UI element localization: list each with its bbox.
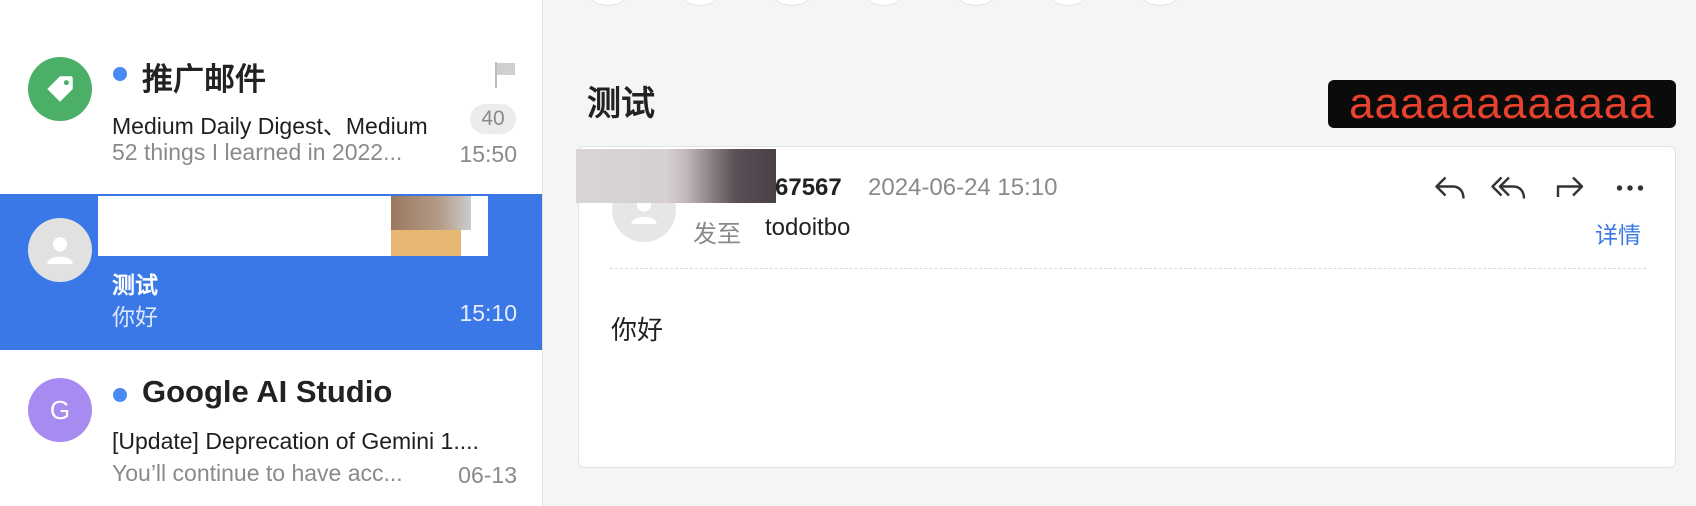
mail-sender: Google AI Studio xyxy=(142,374,393,409)
mail-time: 15:10 xyxy=(459,300,517,326)
details-link[interactable]: 详情 xyxy=(1595,216,1641,250)
toolbar-circle[interactable] xyxy=(862,0,906,6)
tag-icon xyxy=(28,57,92,121)
mail-title: 测试 xyxy=(587,85,655,123)
recipient-value[interactable]: todoitbo xyxy=(765,214,850,242)
unread-dot xyxy=(113,388,127,402)
mail-body: 你好 xyxy=(611,315,664,345)
reply-icon[interactable] xyxy=(1432,170,1468,206)
unread-dot xyxy=(113,67,127,81)
toolbar-circle[interactable] xyxy=(1138,0,1182,6)
toolbar-circle[interactable] xyxy=(770,0,814,6)
sender-name[interactable]: 67567 xyxy=(775,174,842,202)
avatar: G xyxy=(28,378,92,442)
mail-item-google-ai-studio[interactable]: G Google AI Studio [Update] Deprecation … xyxy=(0,350,542,506)
mail-subject: [Update] Deprecation of Gemini 1.... xyxy=(112,428,479,454)
count-badge: 40 xyxy=(470,104,516,134)
sent-date: 2024-06-24 15:10 xyxy=(868,174,1058,201)
mail-preview: You’ll continue to have acc... xyxy=(112,460,403,486)
mail-sender: 推广邮件 xyxy=(142,62,266,97)
mail-item-promotions[interactable]: 推广邮件 Medium Daily Digest、Medium 40 52 th… xyxy=(0,0,542,194)
toolbar-circle[interactable] xyxy=(678,0,722,6)
redacted-sender xyxy=(576,149,776,203)
user-icon xyxy=(28,218,92,282)
forward-icon[interactable] xyxy=(1552,170,1588,206)
reply-all-icon[interactable] xyxy=(1491,170,1527,206)
mail-subject: 测试 xyxy=(112,272,158,298)
toolbar-circle[interactable] xyxy=(954,0,998,6)
more-icon[interactable] xyxy=(1612,170,1648,206)
mail-preview: 你好 xyxy=(112,304,158,330)
toolbar-circle[interactable] xyxy=(1046,0,1090,6)
toolbar-circle[interactable] xyxy=(586,0,630,6)
redacted-sender xyxy=(98,196,488,256)
mail-time: 15:50 xyxy=(459,141,517,167)
recipient-label: 发至 xyxy=(693,221,741,248)
mail-subject: Medium Daily Digest、Medium xyxy=(112,113,428,139)
flag-icon[interactable] xyxy=(493,60,517,90)
divider xyxy=(610,268,1646,269)
mail-time: 06-13 xyxy=(458,462,517,488)
mail-preview: 52 things I learned in 2022... xyxy=(112,139,403,165)
overlay-label: aaaaaaaaaaaa xyxy=(1328,80,1676,128)
